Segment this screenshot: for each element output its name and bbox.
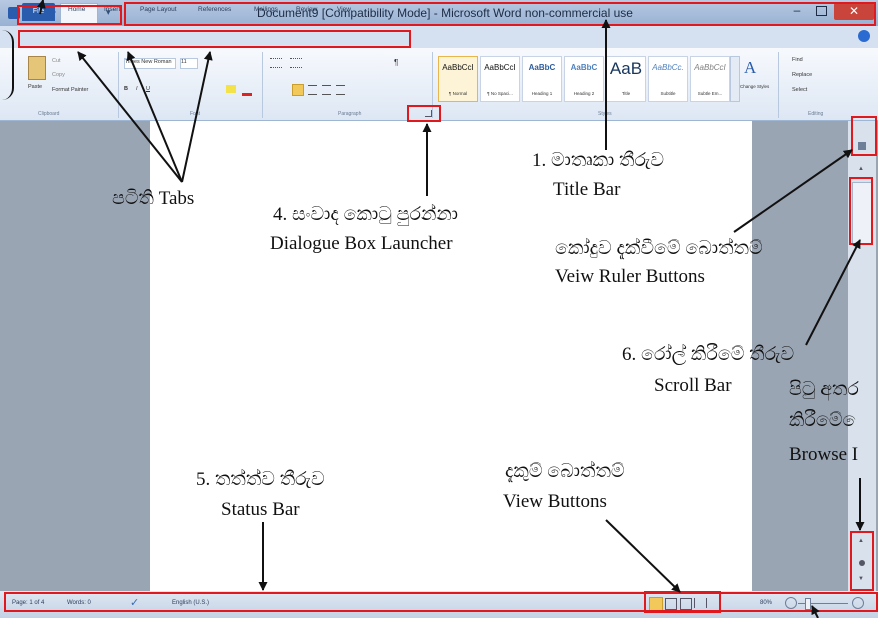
status-bar-label-si: 5. තත්ත්ව තීරුව <box>196 469 325 490</box>
title-bar-label-si: 1. මාතෘකා තීරුව <box>532 150 664 171</box>
scroll-bar-label-si: 6. රෝල් කිරීමේ තීරුව <box>622 344 795 365</box>
view-ruler-arrow <box>733 149 853 233</box>
tabs-arrow-1 <box>77 51 183 183</box>
dialog-launcher-label-si: 4. සංවාද කොටු පුරන්නා <box>273 204 459 225</box>
status-bar-label-en: Status Bar <box>221 499 300 520</box>
view-ruler-label-si: කෝදුව දැක්වීමේ බොත්තම් <box>555 238 763 259</box>
browse-label-si-2: කිරීමේ ෙ <box>789 410 865 431</box>
view-buttons-label-si: දැකුම් බොත්තම් <box>505 461 625 482</box>
tabs-arrow-3 <box>181 51 213 183</box>
view-ruler-label-en: Veiw Ruler Buttons <box>555 266 705 287</box>
scroll-bar-arrow <box>805 239 861 346</box>
browse-label-en: Browse I <box>789 444 859 465</box>
title-bar-label-en: Title Bar <box>553 179 621 200</box>
annotation-arrows <box>36 0 865 618</box>
browse-label-si-1: පිටු අතර <box>789 379 859 400</box>
tabs-label-en: Tabs <box>158 188 195 209</box>
dialog-launcher-label-en: Dialogue Box Launcher <box>270 233 453 254</box>
tabs-label-si: පටිති <box>112 188 154 209</box>
zoom-arrow <box>811 605 820 618</box>
scroll-bar-label-en: Scroll Bar <box>654 375 732 396</box>
view-buttons-arrow <box>605 519 681 593</box>
view-buttons-label-en: View Buttons <box>503 491 607 512</box>
qat-arrow <box>36 0 46 15</box>
tabs-label: පටිති Tabs <box>112 187 194 211</box>
tabs-arrow-2 <box>126 51 183 183</box>
